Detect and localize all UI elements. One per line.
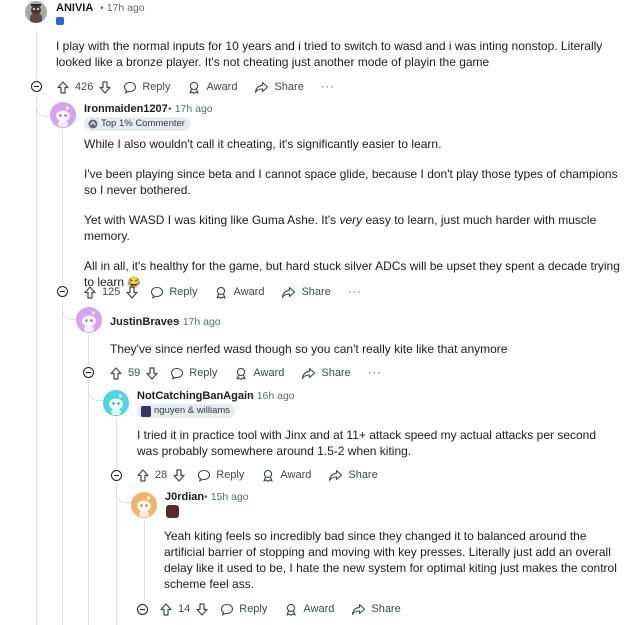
top-commenter-icon	[88, 119, 98, 129]
flair-emblem-icon	[166, 505, 179, 518]
downvote-icon[interactable]	[173, 468, 185, 482]
award-button[interactable]: Award	[214, 286, 264, 299]
collapse-icon[interactable]	[111, 470, 122, 481]
avatar[interactable]	[50, 102, 76, 128]
vote-count: 125	[102, 286, 121, 298]
downvote-icon[interactable]	[99, 80, 111, 94]
thread-line-3[interactable]	[88, 335, 89, 365]
avatar[interactable]	[76, 307, 102, 333]
share-button[interactable]: Share	[351, 603, 401, 616]
award-icon	[286, 603, 296, 616]
thread-elbow	[88, 380, 105, 401]
reply-button[interactable]: Reply	[150, 286, 197, 299]
avatar[interactable]	[25, 1, 47, 23]
share-icon	[302, 367, 316, 379]
vote-count: 59	[128, 367, 141, 379]
vote-count: 426	[75, 81, 94, 93]
share-icon	[282, 286, 296, 298]
award-button[interactable]: Award	[284, 603, 334, 616]
award-button[interactable]: Award	[261, 469, 311, 482]
flair-emblem-icon	[141, 405, 151, 417]
thread-line-2b[interactable]	[62, 299, 63, 625]
comment-actions: 59 Reply Award Share ···	[110, 363, 382, 383]
share-button[interactable]: Share	[301, 367, 351, 380]
comment-actions: 28 Reply Award Share	[137, 465, 395, 485]
comment-body: I play with the normal inputs for 10 yea…	[56, 39, 603, 69]
share-icon	[255, 81, 269, 93]
downvote-icon[interactable]	[196, 602, 208, 616]
avatar[interactable]	[131, 492, 157, 518]
reply-icon	[221, 603, 234, 616]
username[interactable]: ANIVIA	[56, 2, 93, 14]
comment-body: While I also wouldn't call it cheating, …	[84, 137, 620, 289]
reply-icon	[151, 286, 164, 299]
upvote-icon[interactable]	[137, 468, 149, 482]
user-badge-icon	[56, 17, 64, 25]
avatar[interactable]	[103, 390, 129, 416]
downvote-icon[interactable]	[146, 366, 158, 380]
username[interactable]: JustinBraves	[110, 316, 179, 328]
collapse-icon[interactable]	[83, 367, 94, 378]
comment-body: They've since nerfed wasd though so you …	[110, 342, 508, 356]
reply-button[interactable]: Reply	[123, 81, 170, 94]
collapse-icon[interactable]	[57, 286, 68, 297]
timestamp: • 16h ago	[250, 390, 295, 402]
collapse-icon[interactable]	[31, 81, 42, 92]
upvote-icon[interactable]	[84, 285, 96, 299]
vote-count: 28	[155, 469, 168, 481]
timestamp: • 17h ago	[176, 316, 221, 328]
comment-body: I tried it in practice tool with Jinx an…	[137, 428, 597, 458]
upvote-icon[interactable]	[160, 602, 172, 616]
thread-elbow	[116, 483, 133, 503]
comment-actions: 14 Reply Award Share	[137, 599, 418, 619]
collapse-icon[interactable]	[137, 603, 148, 615]
thread-line-4[interactable]	[116, 418, 117, 468]
upvote-icon[interactable]	[110, 366, 122, 380]
share-button[interactable]: Share	[254, 81, 304, 94]
timestamp: • 15h ago	[204, 491, 249, 503]
award-icon	[189, 81, 200, 94]
user-flair: nguyen & williams	[137, 404, 236, 418]
reply-button[interactable]: Reply	[170, 367, 217, 380]
thread-line-3b[interactable]	[88, 380, 89, 625]
share-icon	[352, 603, 366, 615]
username[interactable]: NotCatchingBanAgain	[137, 390, 254, 402]
upvote-icon[interactable]	[57, 80, 69, 94]
username[interactable]: Ironmaiden1207	[84, 103, 168, 115]
timestamp: • 17h ago	[168, 103, 213, 115]
comment-body: Yeah kiting feels so incredibly bad sinc…	[164, 529, 617, 591]
more-options-button[interactable]: ···	[348, 286, 362, 298]
award-button[interactable]: Award	[187, 81, 237, 94]
comment-actions: 426 Reply Award Share ···	[57, 77, 335, 97]
share-button[interactable]: Share	[328, 469, 378, 482]
vote-count: 14	[178, 603, 191, 615]
user-flair: Top 1% Commenter	[84, 117, 190, 131]
comment-actions: 125 Reply Award Share ···	[84, 282, 362, 302]
share-button[interactable]: Share	[281, 286, 331, 299]
timestamp: • 17h ago	[100, 2, 145, 14]
thread-line-5[interactable]	[144, 520, 145, 600]
award-icon	[216, 286, 227, 299]
reply-icon	[171, 367, 184, 380]
award-button[interactable]: Award	[234, 367, 284, 380]
thread-line-2[interactable]	[62, 130, 63, 284]
thread-line-1[interactable]	[36, 31, 37, 79]
reply-icon	[124, 81, 137, 94]
share-icon	[329, 469, 343, 481]
username[interactable]: J0rdian	[165, 491, 204, 503]
thread-line-1b[interactable]	[36, 95, 37, 625]
more-options-button[interactable]: ···	[321, 81, 335, 93]
thread-line-4b[interactable]	[116, 483, 117, 625]
downvote-icon[interactable]	[126, 285, 138, 299]
more-options-button[interactable]: ···	[368, 367, 382, 379]
reply-icon	[198, 469, 211, 482]
award-icon	[236, 367, 246, 380]
reply-button[interactable]: Reply	[197, 469, 244, 482]
award-icon	[263, 469, 273, 482]
reply-button[interactable]: Reply	[220, 603, 267, 616]
